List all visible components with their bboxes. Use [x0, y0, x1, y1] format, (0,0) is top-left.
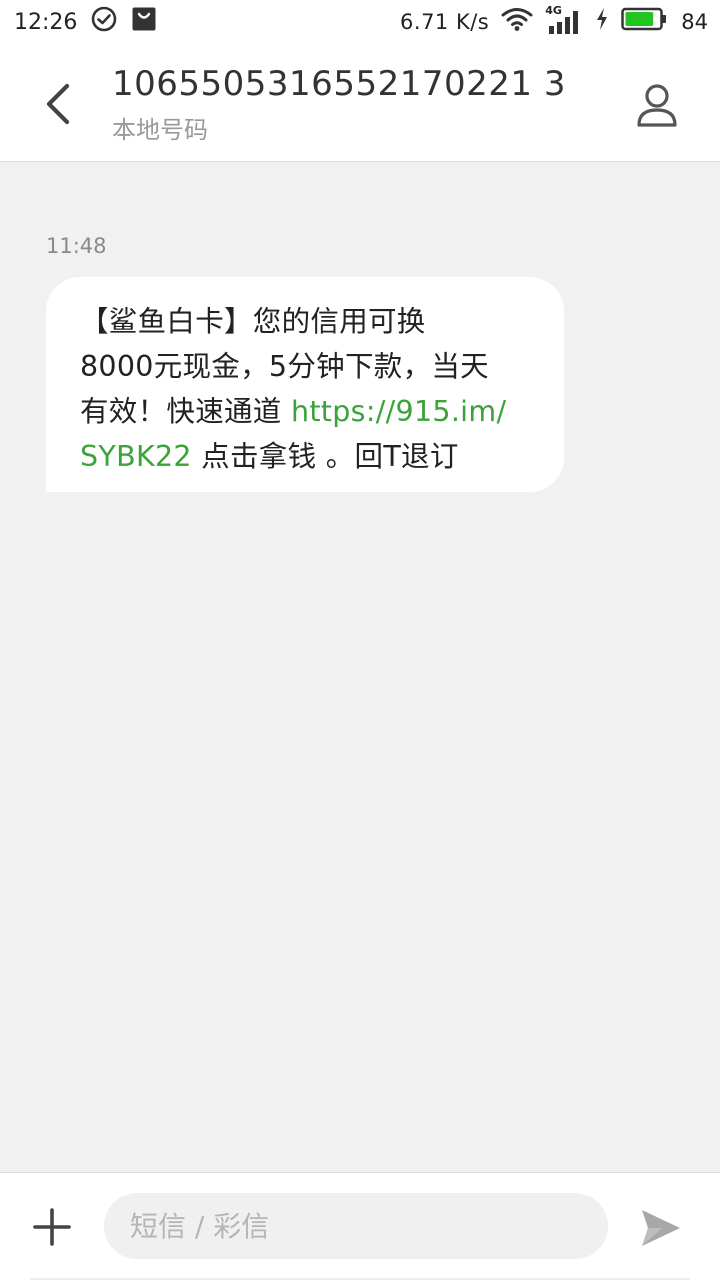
- message-text: 有效！快速通道: [80, 395, 291, 428]
- send-icon: [642, 1210, 680, 1246]
- message-link-continued[interactable]: SYBK22: [80, 440, 192, 473]
- battery-icon: [621, 7, 667, 37]
- message-input[interactable]: [104, 1193, 608, 1259]
- back-button[interactable]: [34, 76, 82, 132]
- message-link[interactable]: https://915.im/: [291, 395, 506, 428]
- battery-level: 84: [681, 10, 708, 34]
- conversation-header: 1065505316552170221 3 本地号码: [0, 44, 720, 162]
- contact-button[interactable]: [630, 78, 684, 132]
- network-speed: 6.71 K/s: [400, 10, 490, 34]
- attach-button[interactable]: [28, 1203, 76, 1251]
- wifi-icon: [501, 6, 533, 38]
- shopping-bag-icon: [131, 6, 157, 38]
- status-bar-left: 12:26: [14, 6, 157, 38]
- charging-icon: [595, 7, 609, 37]
- message-text: 点击拿钱 。回T退订: [191, 440, 459, 473]
- message-time: 11:48: [46, 234, 107, 258]
- clock: 12:26: [14, 9, 78, 35]
- message-line: SYBK22 点击拿钱 。回T退订: [80, 434, 534, 479]
- status-bar-right: 6.71 K/s 4G 84: [400, 4, 708, 38]
- person-icon: [637, 84, 677, 127]
- contact-subtitle: 本地号码: [112, 116, 208, 144]
- compose-bar: [0, 1172, 720, 1280]
- back-arrow-icon: [46, 83, 70, 125]
- plus-icon: [33, 1208, 71, 1246]
- check-circle-icon: [91, 6, 117, 38]
- status-bar: 12:26 6.71 K/s 4G 84: [0, 0, 720, 44]
- message-bubble[interactable]: 【鲨鱼白卡】您的信用可换 8000元现金，5分钟下款，当天 有效！快速通道 ht…: [46, 277, 564, 492]
- message-line: 8000元现金，5分钟下款，当天: [80, 350, 489, 383]
- contact-number: 1065505316552170221 3: [112, 64, 566, 104]
- cell-signal-icon: 4G: [545, 4, 583, 36]
- message-line: 【鲨鱼白卡】您的信用可换: [80, 305, 426, 338]
- send-button[interactable]: [638, 1205, 684, 1251]
- message-line: 有效！快速通道 https://915.im/: [80, 389, 534, 434]
